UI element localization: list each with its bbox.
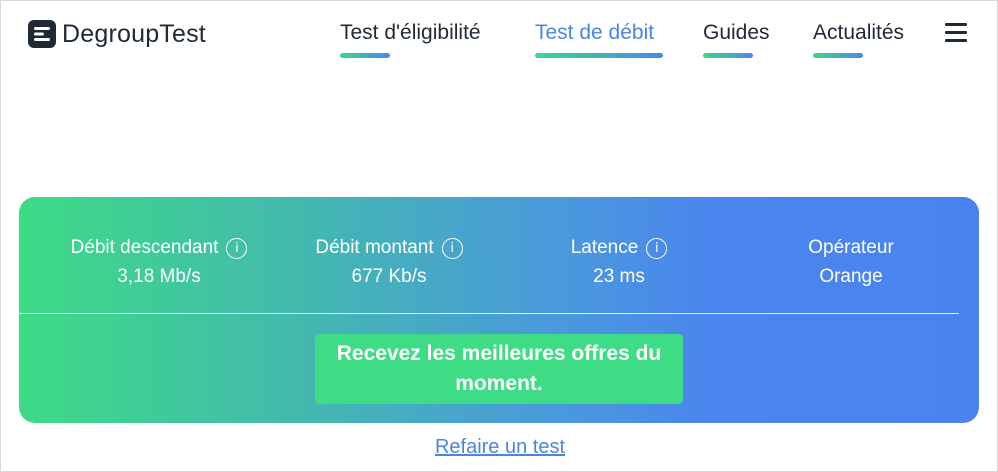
nav-item-speed-test[interactable]: Test de débit — [535, 19, 663, 58]
upload-speed-stat: Débit montant i 677 Kb/s — [309, 235, 469, 291]
nav-underline — [535, 53, 663, 58]
nav-item-label: Guides — [703, 21, 770, 44]
nav-item-label: Test de débit — [535, 21, 655, 44]
result-stats: Débit descendant i 3,18 Mb/s Débit monta… — [19, 235, 979, 295]
info-icon[interactable]: i — [646, 237, 668, 259]
latency-stat: Latence i 23 ms — [564, 235, 674, 291]
operator-value: Orange — [819, 266, 883, 287]
nav-item-news[interactable]: Actualités — [813, 19, 905, 58]
retest-link[interactable]: Refaire un test — [435, 436, 565, 458]
upload-speed-label: Débit montant — [315, 237, 434, 258]
nav-item-label: Actualités — [813, 21, 905, 44]
latency-value: 23 ms — [593, 266, 645, 287]
card-divider — [19, 313, 959, 314]
retest-section: Refaire un test — [1, 433, 998, 461]
nav-item-eligibility-test[interactable]: Test d'éligibilité — [340, 19, 481, 58]
info-icon[interactable]: i — [441, 237, 463, 259]
download-speed-label: Débit descendant — [70, 237, 219, 258]
operator-stat: Opérateur Orange — [791, 235, 911, 291]
nav-item-guides[interactable]: Guides — [703, 19, 770, 58]
nav-underline — [703, 53, 753, 58]
menu-bar — [945, 23, 967, 26]
upload-speed-value: 677 Kb/s — [351, 266, 427, 287]
best-offers-button[interactable]: Recevez les meilleures offres du moment. — [315, 334, 683, 404]
info-icon[interactable]: i — [226, 237, 248, 259]
speed-test-result-card: Débit descendant i 3,18 Mb/s Débit monta… — [19, 197, 979, 423]
site-header: DegroupTest Test d'éligibilité Test de d… — [1, 1, 998, 71]
menu-bar — [945, 31, 967, 34]
hamburger-menu-icon[interactable] — [945, 23, 967, 43]
latency-label: Latence — [570, 237, 639, 258]
main-nav: Test d'éligibilité Test de débit Guides … — [1, 19, 998, 63]
nav-underline — [340, 53, 390, 58]
nav-item-label: Test d'éligibilité — [340, 21, 481, 44]
operator-label: Opérateur — [808, 237, 894, 258]
menu-bar — [945, 39, 967, 42]
nav-underline — [813, 53, 863, 58]
download-speed-value: 3,18 Mb/s — [117, 266, 201, 287]
download-speed-stat: Débit descendant i 3,18 Mb/s — [59, 235, 259, 291]
